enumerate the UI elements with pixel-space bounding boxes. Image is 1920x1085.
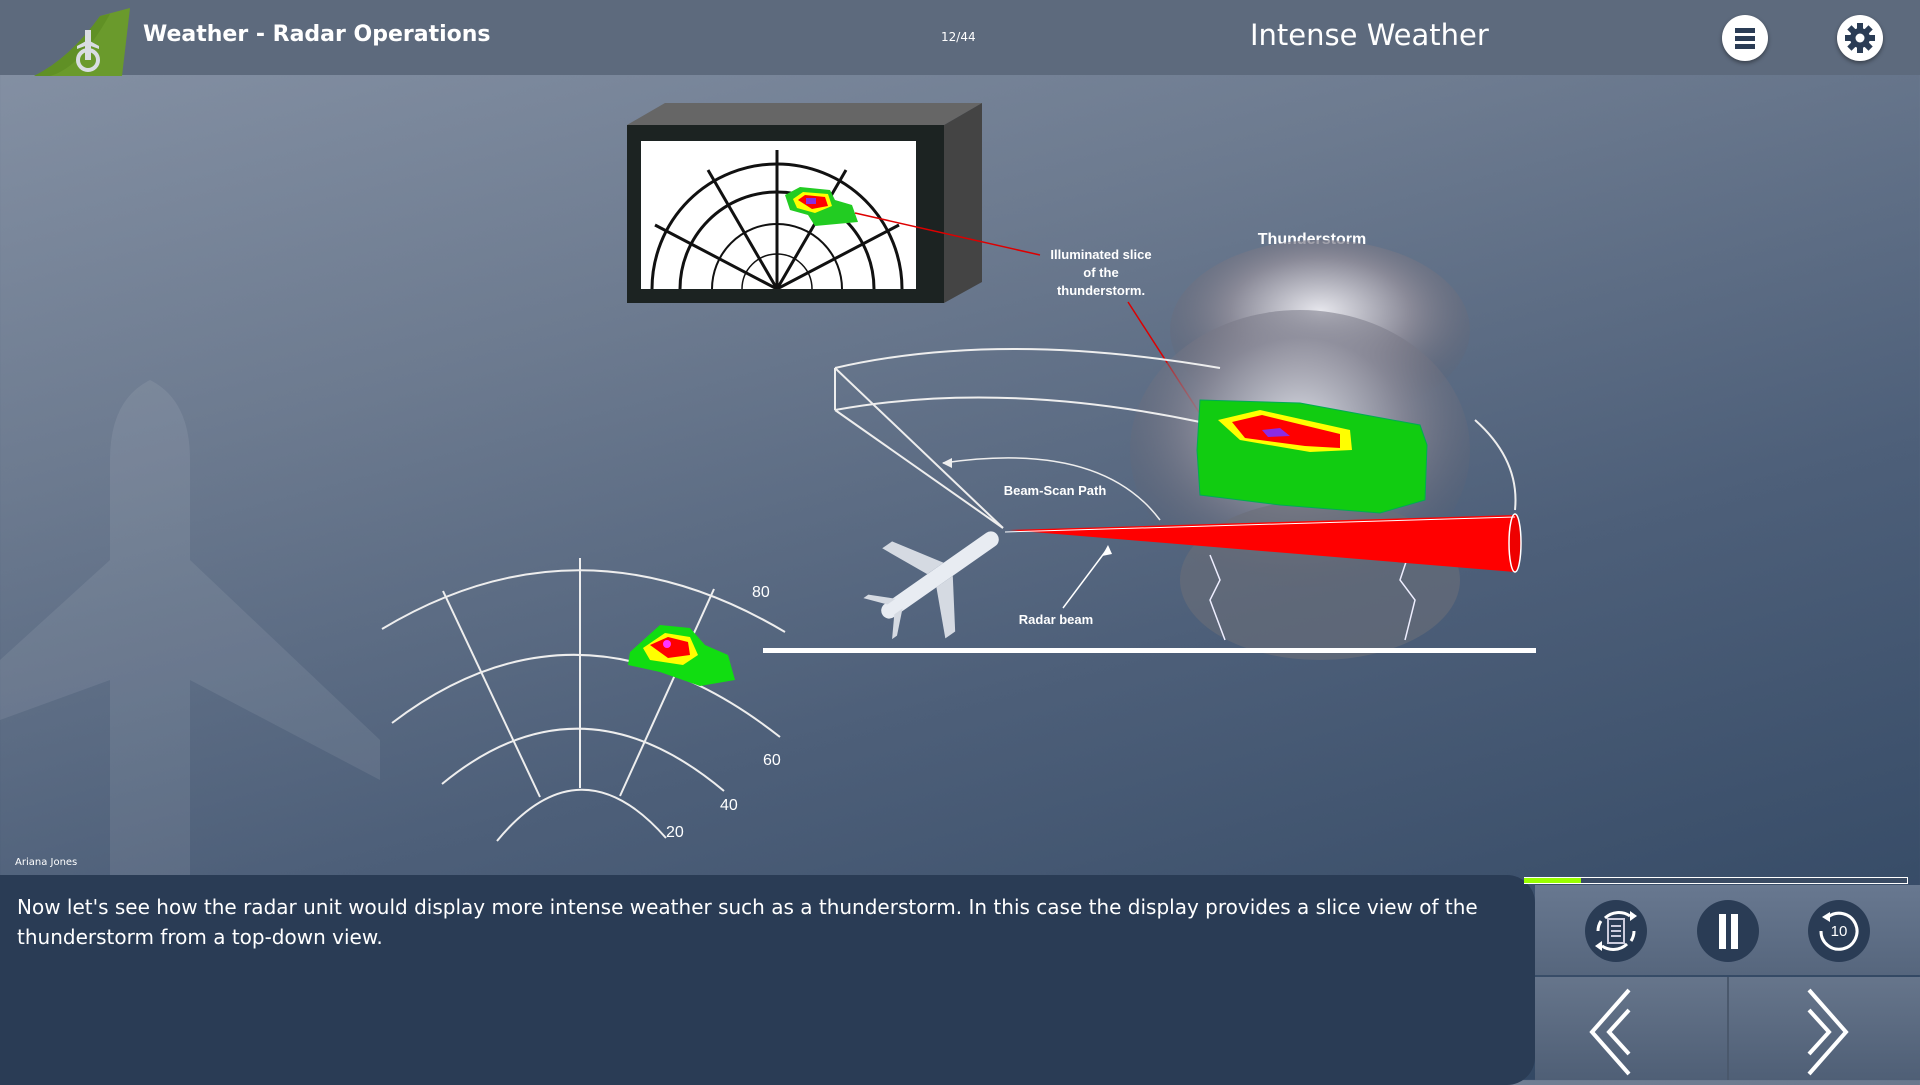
progress-fill	[1524, 878, 1582, 883]
radar-display-unit	[627, 103, 982, 303]
range-label-40: 40	[720, 797, 738, 814]
header-bar: Weather - Radar Operations 12/44 Intense…	[0, 0, 1920, 76]
caption-text: Now let's see how the radar unit would d…	[17, 895, 1478, 949]
hamburger-menu-icon	[1735, 28, 1755, 49]
progress-bar[interactable]	[1524, 877, 1908, 884]
previous-button[interactable]	[1537, 980, 1727, 1080]
range-label-80: 80	[752, 584, 770, 601]
label-beam-scan-path: Beam-Scan Path	[1004, 483, 1107, 498]
chevron-left-icon	[1589, 988, 1631, 1076]
ground-line	[763, 648, 1536, 653]
presenter-name: Ariana Jones	[15, 857, 78, 868]
label-radar-beam: Radar beam	[1019, 612, 1093, 627]
pause-icon	[1719, 914, 1738, 949]
scope-storm-echo	[628, 625, 735, 686]
gear-icon	[1845, 23, 1875, 53]
slide-title: Intense Weather	[1250, 18, 1489, 52]
radar-diagram: Illuminated slice of the thunderstorm. T…	[381, 103, 1536, 842]
caption-panel: Now let's see how the radar unit would d…	[0, 875, 1535, 1085]
rewind-10-icon: 10	[1819, 911, 1859, 951]
pause-button[interactable]	[1697, 900, 1759, 962]
app-title: Weather - Radar Operations	[143, 22, 491, 47]
chevron-right-icon	[1807, 988, 1849, 1076]
aircraft-icon	[863, 531, 999, 640]
settings-button[interactable]	[1837, 15, 1883, 61]
label-illuminated-slice: thunderstorm.	[1057, 283, 1145, 298]
menu-button[interactable]	[1722, 15, 1768, 61]
page-counter: 12/44	[941, 30, 976, 44]
range-label-20: 20	[666, 824, 684, 841]
range-label-60: 60	[763, 752, 781, 769]
next-button[interactable]	[1729, 980, 1919, 1080]
rewind-10-button[interactable]: 10	[1808, 900, 1870, 962]
transcript-replay-icon	[1595, 911, 1637, 951]
logo-tail-icon	[34, 8, 130, 76]
label-illuminated-slice: of the	[1083, 265, 1118, 280]
transcript-replay-button[interactable]	[1585, 900, 1647, 962]
label-illuminated-slice: Illuminated slice	[1050, 247, 1151, 262]
rewind-seconds: 10	[1831, 923, 1848, 940]
